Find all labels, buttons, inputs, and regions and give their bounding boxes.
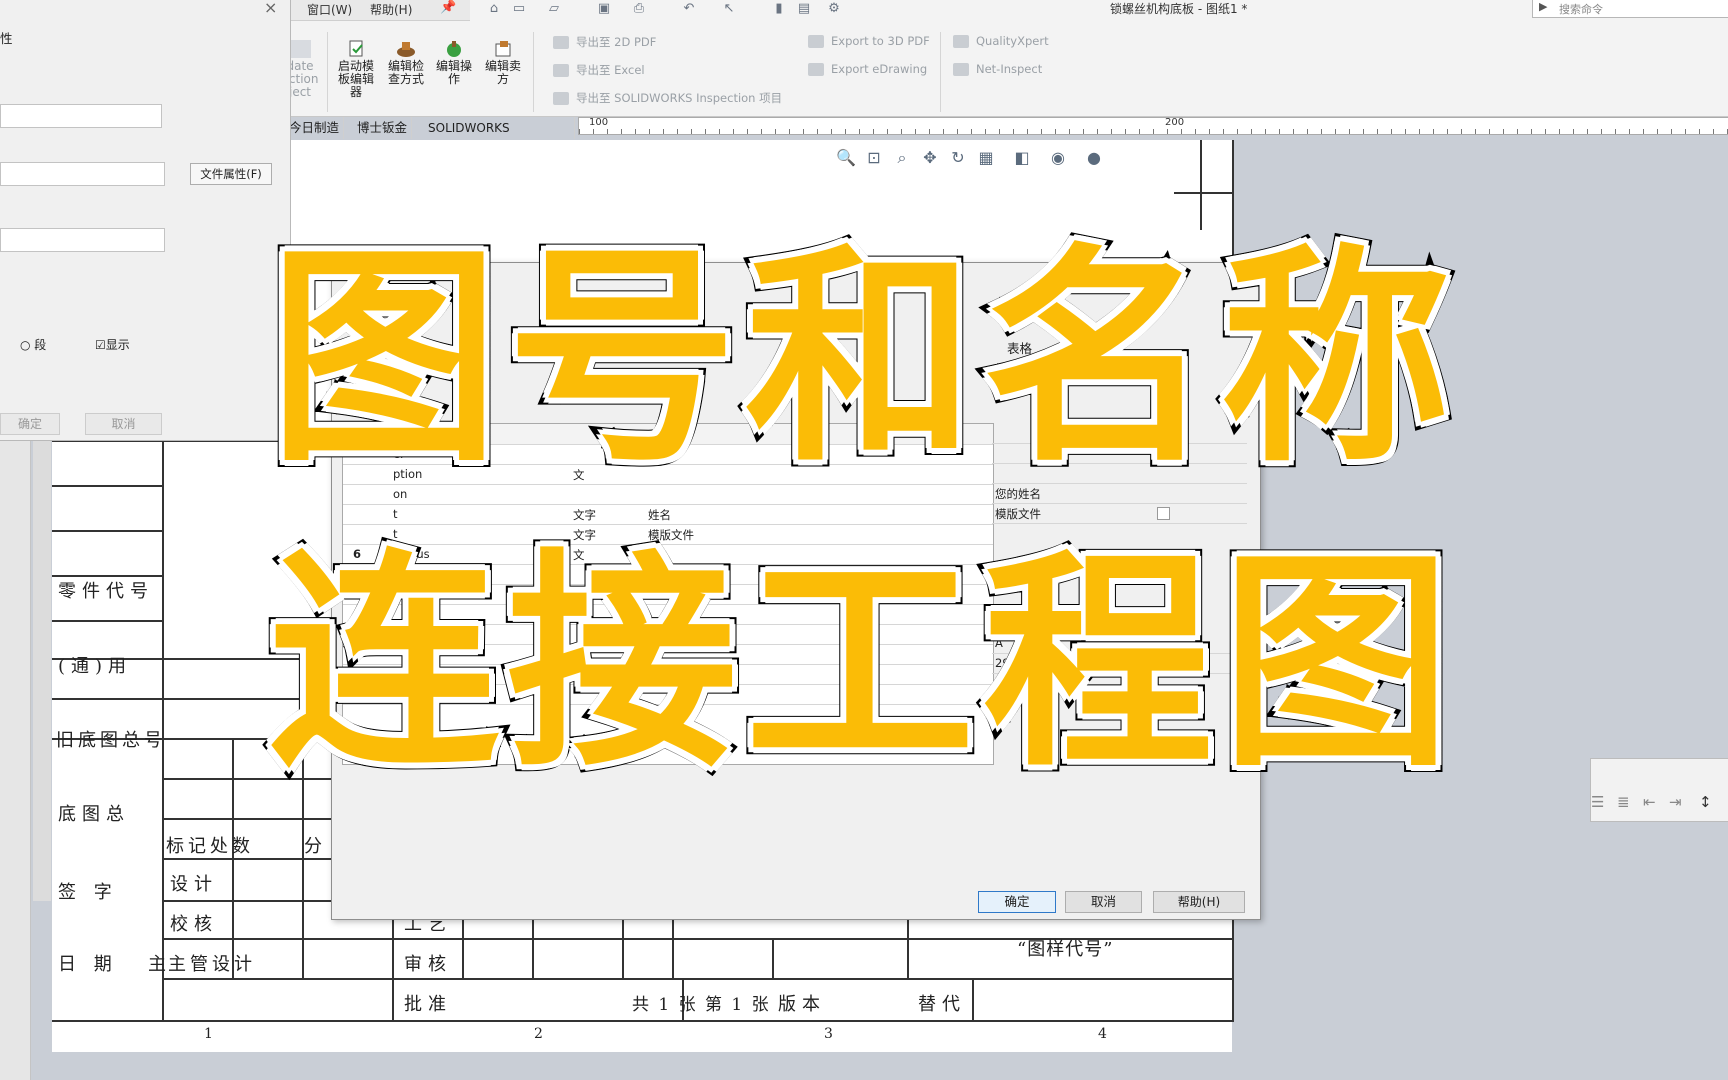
hide-show-icon[interactable]: ◉ <box>1048 148 1068 168</box>
zone-number: 1 <box>204 1026 213 1042</box>
home-icon[interactable]: ⌂ <box>485 1 503 17</box>
export-edrawing-button[interactable]: Export eDrawing <box>808 62 927 76</box>
net-inspect-icon <box>953 63 969 76</box>
edit-operation-button[interactable]: 编辑操 作 <box>431 40 477 86</box>
options-gear-icon[interactable]: ⚙ <box>825 1 843 17</box>
edit-vendor-button[interactable]: 编辑卖 方 <box>480 40 526 86</box>
edit-inspection-method-button[interactable]: 编辑检 查方式 <box>383 40 429 86</box>
excel-icon <box>553 64 569 77</box>
zoom-in-out-icon[interactable]: ⌕ <box>892 148 912 168</box>
3d-pdf-icon <box>808 35 824 48</box>
open-icon[interactable]: ▱ <box>545 1 563 17</box>
quick-access-toolbar: ⌂ ▭ ▱ ▣ ⎙ ↶ ↖ ▮ ▤ ⚙ <box>480 0 860 20</box>
menu-window[interactable]: 窗口(W) <box>307 1 352 18</box>
panel-title: 性 <box>0 31 13 46</box>
file-properties-button[interactable]: 文件属性(F) <box>190 163 272 185</box>
pan-icon[interactable]: ✥ <box>920 148 940 168</box>
print-icon[interactable]: ⎙ <box>630 1 648 17</box>
row-checkbox[interactable] <box>1157 507 1170 520</box>
rotate-icon[interactable]: ↻ <box>948 148 968 168</box>
qualityxpert-button[interactable]: QualityXpert <box>953 34 1049 48</box>
tab-today-manufacturing[interactable]: 今日制造 <box>285 117 345 139</box>
outdent-icon[interactable]: ⇥ <box>1669 793 1682 811</box>
pdf-icon <box>553 36 569 49</box>
zoom-to-fit-icon[interactable]: 🔍 <box>836 148 856 168</box>
edrawing-icon <box>808 63 824 76</box>
headline-line-2: 连接工程图 <box>262 531 1459 798</box>
date-label: 日 期 <box>58 954 118 975</box>
table-row[interactable]: t 文字 姓名 <box>343 504 993 525</box>
review-label: 审核 <box>404 954 452 975</box>
panel-text-field[interactable] <box>0 162 165 186</box>
sw-inspection-icon <box>553 92 569 105</box>
qualityxpert-icon <box>953 35 969 48</box>
partition-label: 分 <box>304 836 328 857</box>
headline-line-1: 图号和名称 <box>262 226 1459 493</box>
search-icon: ▶ <box>1539 0 1548 13</box>
approve-label: 批准 <box>404 994 452 1015</box>
inspection-method-icon <box>395 40 417 58</box>
sign-label: 签 字 <box>58 882 118 903</box>
file-properties-icon[interactable]: ▤ <box>795 1 813 17</box>
template-editor-icon <box>345 40 367 58</box>
display-style-icon[interactable]: ◧ <box>1012 148 1032 168</box>
zone-number: 4 <box>1098 1026 1107 1042</box>
command-manager-tabs: 今日制造 博士钣金 SOLIDWORKS Inspection <box>285 117 575 157</box>
pin-icon[interactable]: 📌 <box>440 0 456 15</box>
horizontal-ruler: 100 200 <box>578 117 1728 135</box>
rebuild-icon[interactable]: ▮ <box>770 1 788 17</box>
base-total-label: 底图总 <box>58 804 130 825</box>
tab-solidworks-inspection[interactable]: SOLIDWORKS Inspection <box>424 117 575 157</box>
operation-icon <box>443 40 465 58</box>
heads-up-view-toolbar: 🔍 ⊡ ⌕ ✥ ↻ ▦ ◧ ◉ ● <box>836 148 1136 172</box>
replace-label: 替代 <box>918 994 966 1015</box>
menu-help[interactable]: 帮助(H) <box>370 1 412 18</box>
start-template-editor-button[interactable]: 启动模 板编辑 器 <box>333 40 379 99</box>
sheet-count-label: 共 1 张 第 1 张 <box>632 995 771 1015</box>
export-3d-pdf-button[interactable]: Export to 3D PDF <box>808 34 930 48</box>
drawing-code-label: “图样代号” <box>1017 939 1114 960</box>
select-icon[interactable]: ↖ <box>720 1 738 17</box>
vendor-icon <box>492 40 514 58</box>
help-button[interactable]: 帮助(H) <box>1153 891 1245 913</box>
net-inspect-button[interactable]: Net-Inspect <box>953 62 1042 76</box>
panel-dropdown[interactable] <box>0 104 162 128</box>
document-title: 锁螺丝机构底板 - 图纸1 * <box>1110 2 1248 16</box>
export-2d-pdf-button[interactable]: 导出至 2D PDF <box>553 34 656 50</box>
check-label: 校核 <box>170 914 218 935</box>
close-icon[interactable]: × <box>264 0 277 17</box>
align-icon[interactable]: ☰ <box>1591 793 1604 811</box>
save-icon[interactable]: ▣ <box>595 1 613 17</box>
zone-number: 2 <box>534 1026 543 1042</box>
value-cell: 模版文件 <box>992 503 1247 524</box>
list-icon[interactable]: ≣ <box>1617 793 1630 811</box>
appearance-icon[interactable]: ● <box>1084 148 1104 168</box>
undo-icon[interactable]: ↶ <box>680 1 698 17</box>
mark-count-label: 标记处数 <box>166 836 254 857</box>
line-spacing-icon[interactable]: ↕ <box>1699 793 1712 811</box>
export-excel-button[interactable]: 导出至 Excel <box>553 62 645 78</box>
export-sw-inspection-button[interactable]: 导出至 SOLIDWORKS Inspection 项目 <box>553 90 782 106</box>
view-settings-icon[interactable]: ▦ <box>976 148 996 168</box>
cancel-button[interactable]: 取消 <box>1065 891 1142 913</box>
new-file-icon[interactable]: ▭ <box>510 1 528 17</box>
menu-bar: 窗口(W) 帮助(H) 📌 <box>285 0 470 21</box>
inspection-icon <box>289 40 311 58</box>
indent-icon[interactable]: ⇤ <box>1643 793 1656 811</box>
zoom-area-icon[interactable]: ⊡ <box>864 148 884 168</box>
design-label: 设计 <box>170 874 218 895</box>
search-commands-input[interactable]: ▶ 搜索命令 <box>1532 0 1728 18</box>
ok-button[interactable]: 确定 <box>978 891 1056 913</box>
zone-number: 3 <box>824 1026 833 1042</box>
version-label: 版本 <box>778 994 826 1015</box>
tab-sheet-metal[interactable]: 博士钣金 <box>353 117 413 139</box>
supervisor-design-label: 主管设计 <box>168 954 256 975</box>
